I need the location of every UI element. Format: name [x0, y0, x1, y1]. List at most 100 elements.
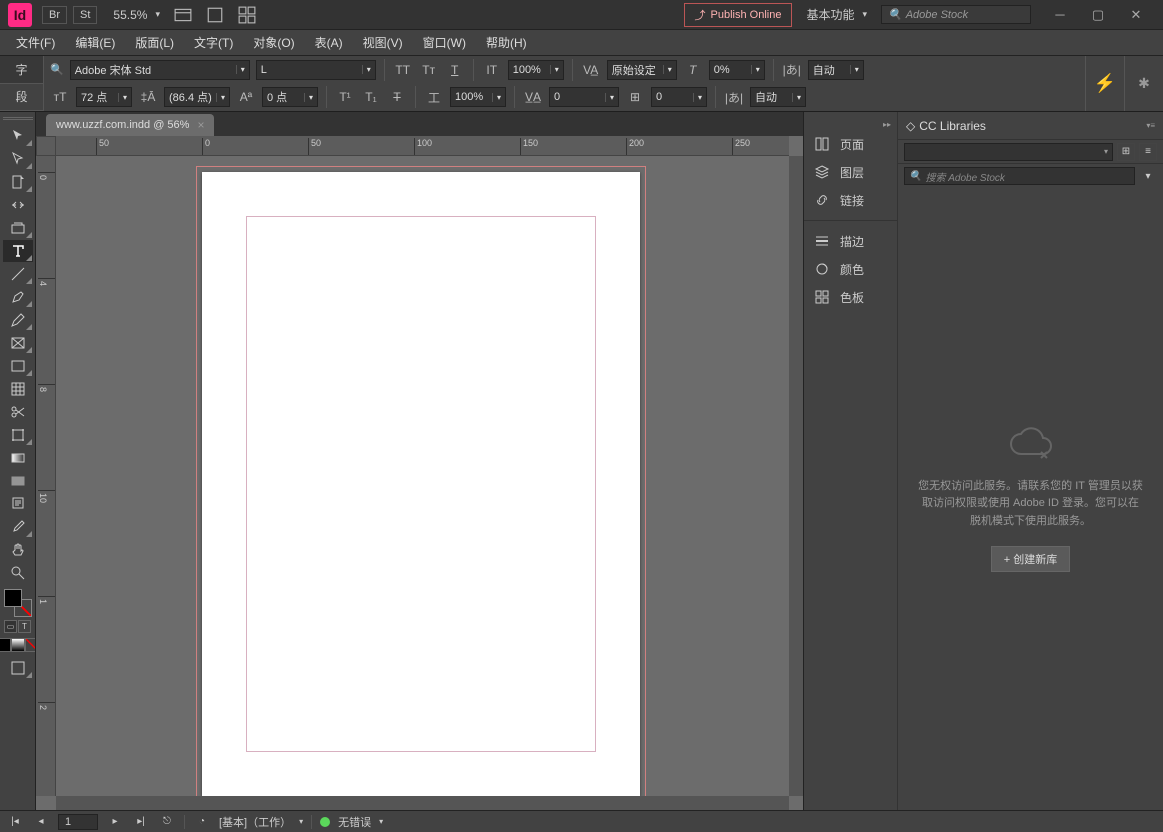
menu-table[interactable]: 表(A) — [305, 30, 353, 55]
menu-type[interactable]: 文字(T) — [184, 30, 243, 55]
hand-tool[interactable] — [3, 539, 33, 561]
profile-icon[interactable]: ◔ — [193, 814, 211, 830]
panel-menu-icon[interactable]: ▾≡ — [1146, 121, 1155, 130]
preflight-errors[interactable]: 无错误 — [338, 814, 371, 830]
free-transform-tool[interactable] — [3, 424, 33, 446]
grid-tool[interactable] — [3, 378, 33, 400]
color-panel-button[interactable]: 颜色 — [804, 255, 897, 283]
last-page-icon[interactable]: ▸| — [132, 814, 150, 830]
fill-stroke-swatch[interactable] — [4, 589, 32, 617]
maximize-button[interactable]: ▢ — [1079, 3, 1117, 27]
leading-field[interactable]: (86.4 点) — [164, 87, 230, 107]
menu-edit[interactable]: 编辑(E) — [65, 30, 125, 55]
font-size-field[interactable]: 72 点 — [76, 87, 132, 107]
menu-file[interactable]: 文件(F) — [6, 30, 65, 55]
workspace-selector[interactable]: 基本功能 — [806, 6, 867, 23]
rectangle-tool[interactable] — [3, 355, 33, 377]
paragraph-tab[interactable]: 段 — [0, 84, 43, 112]
small-caps-icon[interactable]: Tᴛ — [419, 60, 439, 80]
menu-help[interactable]: 帮助(H) — [476, 30, 537, 55]
publish-online-button[interactable]: ⤴ Publish Online — [684, 3, 793, 27]
view-options-icon[interactable] — [170, 4, 196, 26]
gap-tool[interactable] — [3, 194, 33, 216]
next-page-icon[interactable]: ▸ — [106, 814, 124, 830]
selection-tool[interactable] — [3, 125, 33, 147]
quick-apply-icon[interactable]: ⚡ — [1090, 73, 1120, 94]
tracking2-field[interactable]: 0 — [651, 87, 707, 107]
zoom-tool[interactable] — [3, 562, 33, 584]
menu-object[interactable]: 对象(O) — [243, 30, 304, 55]
all-caps-icon[interactable]: TT — [393, 60, 413, 80]
search-dropdown-icon[interactable]: ▾ — [1139, 167, 1157, 185]
character-tab[interactable]: 字 — [0, 56, 43, 84]
canvas[interactable] — [56, 156, 789, 796]
menu-window[interactable]: 窗口(W) — [413, 30, 476, 55]
page-tool[interactable] — [3, 171, 33, 193]
apply-gradient-icon[interactable] — [11, 638, 25, 652]
screen-mode-icon[interactable] — [202, 4, 228, 26]
close-button[interactable]: ✕ — [1117, 3, 1155, 27]
grid-view-icon[interactable]: ⊞ — [1117, 143, 1135, 161]
formatting-container-icon[interactable]: ▭ — [4, 620, 17, 633]
preflight-profile[interactable]: [基本]（工作） — [219, 814, 291, 830]
superscript-icon[interactable]: T¹ — [335, 87, 355, 107]
prev-page-icon[interactable]: ◂ — [32, 814, 50, 830]
direct-selection-tool[interactable] — [3, 148, 33, 170]
underline-icon[interactable]: T — [445, 60, 465, 80]
font-family-combo[interactable]: Adobe 宋体 Std — [70, 60, 250, 80]
swatches-panel-button[interactable]: 色板 — [804, 283, 897, 311]
layers-panel-button[interactable]: 图层 — [804, 158, 897, 186]
page-number-field[interactable]: 1 — [58, 814, 98, 830]
horizontal-ruler[interactable]: 50 0 50 100 150 200 250 — [56, 136, 789, 156]
settings-icon[interactable]: ✱ — [1129, 75, 1159, 92]
line-tool[interactable] — [3, 263, 33, 285]
stroke-panel-button[interactable]: 描边 — [804, 227, 897, 255]
type-tool[interactable] — [3, 240, 33, 262]
view-mode-icon[interactable] — [3, 657, 33, 679]
tracking-field[interactable]: 0 — [549, 87, 619, 107]
note-tool[interactable] — [3, 493, 33, 515]
rectangle-frame-tool[interactable] — [3, 332, 33, 354]
kerning-field[interactable]: 原始设定 — [607, 60, 677, 80]
pencil-tool[interactable] — [3, 309, 33, 331]
gradient-swatch-tool[interactable] — [3, 447, 33, 469]
tools-grip[interactable] — [0, 114, 35, 122]
first-page-icon[interactable]: |◂ — [6, 814, 24, 830]
zoom-level[interactable]: 55.5% — [113, 8, 160, 22]
document-tab[interactable]: www.uzzf.com.indd @ 56% × — [46, 114, 214, 136]
apply-none-icon[interactable] — [25, 638, 37, 652]
skew-field[interactable]: 0% — [709, 60, 765, 80]
eyedropper-tool[interactable] — [3, 516, 33, 538]
lang2-field[interactable]: 自动 — [750, 87, 806, 107]
list-view-icon[interactable]: ≡ — [1139, 143, 1157, 161]
pen-tool[interactable] — [3, 286, 33, 308]
links-panel-button[interactable]: 链接 — [804, 186, 897, 214]
arrange-icon[interactable] — [234, 4, 260, 26]
font-style-combo[interactable]: L — [256, 60, 376, 80]
baseline-field[interactable]: 0 点 — [262, 87, 318, 107]
subscript-icon[interactable]: T₁ — [361, 87, 381, 107]
menu-layout[interactable]: 版面(L) — [125, 30, 184, 55]
scissors-tool[interactable] — [3, 401, 33, 423]
menu-view[interactable]: 视图(V) — [353, 30, 413, 55]
vertical-scale-field[interactable]: 100% — [508, 60, 564, 80]
pages-panel-button[interactable]: 页面 — [804, 130, 897, 158]
horizontal-scale-field[interactable]: 100% — [450, 87, 506, 107]
cc-search-input[interactable]: 🔍 搜索 Adobe Stock — [904, 167, 1135, 185]
formatting-text-icon[interactable]: T — [18, 620, 31, 633]
apply-color-icon[interactable] — [0, 638, 11, 652]
vertical-scrollbar[interactable] — [789, 156, 803, 796]
bridge-button[interactable]: Br — [42, 6, 67, 24]
create-library-button[interactable]: + 创建新库 — [991, 546, 1070, 572]
library-select[interactable] — [904, 143, 1113, 161]
horizontal-scrollbar[interactable] — [56, 796, 789, 810]
tab-close-icon[interactable]: × — [197, 118, 204, 132]
stock-button[interactable]: St — [73, 6, 97, 24]
minimize-button[interactable]: ─ — [1041, 3, 1079, 27]
adobe-stock-search[interactable]: 🔍 Adobe Stock — [881, 5, 1031, 24]
content-collector-tool[interactable] — [3, 217, 33, 239]
open-icon[interactable]: ⎋ — [158, 814, 176, 830]
ruler-origin[interactable] — [36, 136, 56, 156]
vertical-ruler[interactable]: 0 4 8 10 1 2 — [36, 156, 56, 796]
lang1-field[interactable]: 自动 — [808, 60, 864, 80]
